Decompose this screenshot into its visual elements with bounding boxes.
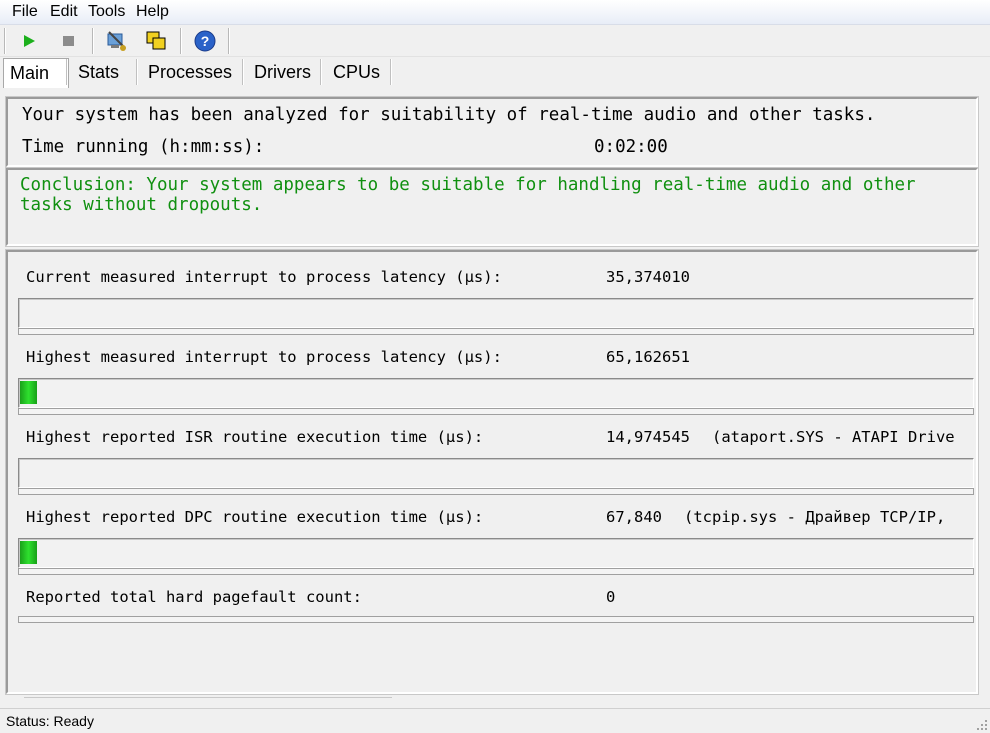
tab-bar: Main Stats Processes Drivers CPUs: [0, 56, 990, 88]
copy-window-icon: [146, 31, 166, 50]
svg-text:?: ?: [201, 33, 210, 49]
dpc-time-value: 67,840 (tcpip.sys - Драйвер TCP/IP,: [606, 508, 945, 526]
time-running-value: 0:02:00: [594, 137, 668, 157]
bar-track: [18, 488, 974, 495]
isr-value: 14,974545: [606, 428, 690, 446]
dpc-value: 67,840: [606, 508, 662, 526]
resize-grip-icon[interactable]: [976, 719, 988, 731]
isr-time-label: Highest reported ISR routine execution t…: [26, 428, 484, 446]
current-latency-value: 35,374010: [606, 268, 690, 286]
horizontal-scrollbar[interactable]: [24, 697, 392, 698]
conclusion-text: Conclusion: Your system appears to be su…: [20, 175, 916, 215]
highest-latency-label: Highest measured interrupt to process la…: [26, 348, 502, 366]
time-running-label: Time running (h:mm:ss):: [22, 137, 265, 157]
current-latency-bar: [18, 298, 974, 328]
toolbar-separator: [4, 28, 6, 54]
status-text: Status: Ready: [6, 713, 94, 729]
analysis-message: Your system has been analyzed for suitab…: [22, 105, 876, 125]
bar-fill: [20, 381, 37, 404]
help-icon: ?: [194, 30, 216, 52]
pagefault-value: 0: [606, 588, 616, 606]
toolbar-separator: [228, 28, 230, 54]
tab-separator: [66, 59, 68, 85]
stop-icon: [63, 36, 74, 46]
current-latency-label: Current measured interrupt to process la…: [26, 268, 502, 286]
stop-button[interactable]: [57, 29, 81, 53]
copy-window-button[interactable]: [144, 29, 168, 53]
summary-box: Your system has been analyzed for suitab…: [5, 96, 979, 168]
pagefault-label: Reported total hard pagefault count:: [26, 588, 362, 606]
toolbar-separator: [92, 28, 94, 54]
drivers-button[interactable]: [104, 29, 128, 53]
isr-time-bar: [18, 458, 974, 488]
highest-latency-bar: [18, 378, 974, 408]
menu-tools[interactable]: Tools: [88, 3, 125, 21]
tab-cpus[interactable]: CPUs: [333, 60, 380, 84]
main-panel: Your system has been analyzed for suitab…: [5, 92, 984, 696]
toolbar: ?: [0, 25, 990, 57]
tab-separator: [320, 59, 322, 85]
menu-file[interactable]: File: [12, 3, 38, 21]
bar-track: [18, 568, 974, 575]
help-button[interactable]: ?: [193, 29, 217, 53]
tab-separator: [390, 59, 392, 85]
highest-latency-value: 65,162651: [606, 348, 690, 366]
dpc-time-bar: [18, 538, 974, 568]
tab-stats[interactable]: Stats: [78, 60, 119, 84]
tab-separator: [242, 59, 244, 85]
bar-track: [18, 408, 974, 415]
bar-track: [18, 616, 974, 623]
bar-track: [18, 328, 974, 335]
tab-drivers[interactable]: Drivers: [254, 60, 311, 84]
isr-driver: (ataport.SYS - ATAPI Drive: [712, 428, 955, 446]
conclusion-box: Conclusion: Your system appears to be su…: [5, 167, 979, 247]
tab-separator: [136, 59, 138, 85]
start-button[interactable]: [17, 29, 41, 53]
bar-fill: [20, 541, 37, 564]
menu-edit[interactable]: Edit: [50, 3, 78, 21]
status-bar: Status: Ready: [0, 708, 990, 733]
tab-processes[interactable]: Processes: [148, 60, 232, 84]
tab-main[interactable]: Main: [3, 58, 69, 88]
menu-help[interactable]: Help: [136, 3, 169, 21]
play-icon: [24, 35, 35, 47]
drivers-icon: [107, 31, 126, 51]
isr-time-value: 14,974545 (ataport.SYS - ATAPI Drive: [606, 428, 955, 446]
measurements-box: Current measured interrupt to process la…: [5, 249, 979, 695]
dpc-time-label: Highest reported DPC routine execution t…: [26, 508, 484, 526]
dpc-driver: (tcpip.sys - Драйвер TCP/IP,: [684, 508, 946, 526]
toolbar-separator: [180, 28, 182, 54]
menu-bar: File Edit Tools Help: [0, 0, 990, 25]
